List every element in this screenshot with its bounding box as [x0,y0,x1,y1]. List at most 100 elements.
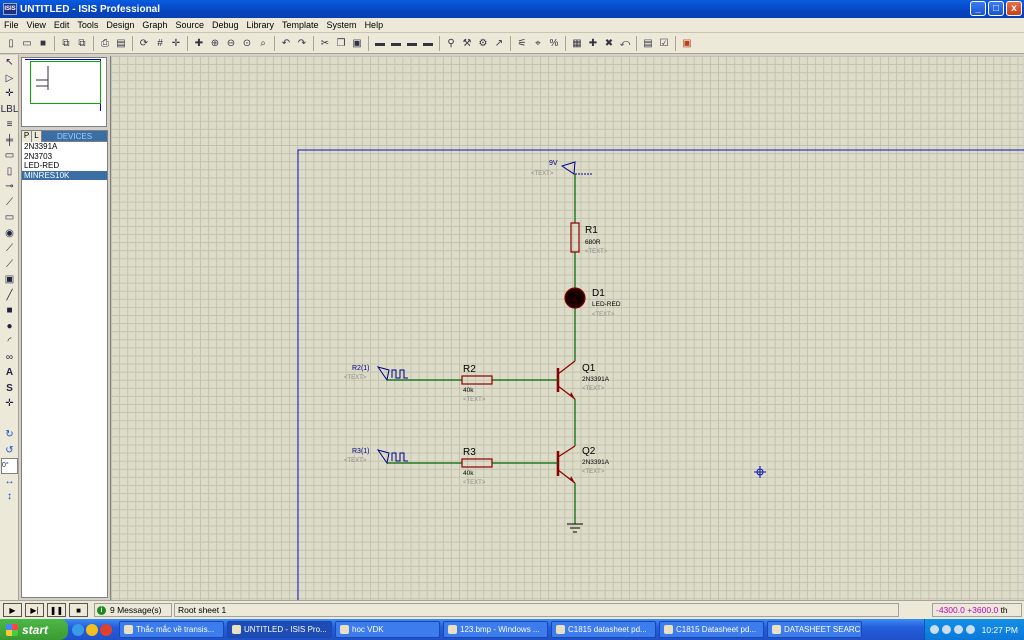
messages-indicator[interactable]: i 9 Message(s) [94,603,172,617]
menu-system[interactable]: System [323,20,361,30]
zoom-area-icon[interactable]: ⌕ [256,36,270,50]
block-delete-icon[interactable]: ▬ [421,36,435,50]
import-icon[interactable]: ⧉ [59,36,73,50]
taskbar-item-active[interactable]: UNTITLED - ISIS Pro... [227,621,332,638]
electrical-check-icon[interactable]: ☑ [657,36,671,50]
device-list-item[interactable]: 2N3703 [22,152,107,162]
search-tag-icon[interactable]: ⌖ [531,36,545,50]
resistor-r3[interactable]: R3 40k <TEXT> [461,447,493,486]
pulse-generator-r3[interactable]: R3(1) <TEXT> [344,448,408,465]
menu-help[interactable]: Help [361,20,388,30]
pick-device-icon[interactable]: ⚲ [444,36,458,50]
symbol-tool-icon[interactable]: S [1,381,18,397]
device-list-item[interactable]: LED-RED [22,161,107,171]
menu-view[interactable]: View [23,20,50,30]
transistor-q1[interactable]: Q1 2N3391A <TEXT> [556,360,610,400]
current-probe-icon[interactable]: ⟋ [1,257,18,273]
start-button[interactable]: start [0,619,68,640]
transistor-q2[interactable]: Q2 2N3391A <TEXT> [556,445,610,484]
internet-explorer-icon[interactable] [72,623,84,636]
pick-device-tab[interactable]: P [22,131,32,142]
new-sheet-icon[interactable]: ▦ [570,36,584,50]
messenger-icon[interactable] [86,623,98,636]
tray-icon[interactable] [965,625,975,634]
block-copy-icon[interactable]: ▬ [373,36,387,50]
grid-icon[interactable]: # [153,36,167,50]
menu-file[interactable]: File [0,20,23,30]
text-script-icon[interactable]: ≡ [1,117,18,133]
menu-edit[interactable]: Edit [50,20,74,30]
mirror-horizontal-icon[interactable]: ↔ [1,474,18,490]
zoom-in-icon[interactable]: ⊕ [208,36,222,50]
zoom-out-icon[interactable]: ⊖ [224,36,238,50]
terminals-icon[interactable]: ▯ [1,164,18,180]
tape-recorder-icon[interactable]: ▭ [1,210,18,226]
new-file-icon[interactable]: ▯ [4,36,18,50]
make-device-icon[interactable]: ⚒ [460,36,474,50]
refresh-icon[interactable]: ⟳ [137,36,151,50]
component-mode-icon[interactable]: ▷ [1,71,18,87]
pause-button[interactable]: ❚❚ [47,603,66,617]
box-tool-icon[interactable]: ■ [1,303,18,319]
menu-source[interactable]: Source [171,20,208,30]
origin-icon[interactable]: ✛ [169,36,183,50]
maximize-button[interactable]: □ [988,1,1004,16]
taskbar-item[interactable]: 123.bmp - Windows ... [443,621,548,638]
print-area-icon[interactable]: ▤ [114,36,128,50]
export-icon[interactable]: ⧉ [75,36,89,50]
marker-tool-icon[interactable]: ✛ [1,396,18,412]
junction-dot-icon[interactable]: ✛ [1,86,18,102]
virtual-instruments-icon[interactable]: ▣ [1,272,18,288]
resistor-r2[interactable]: R2 40k <TEXT> [461,364,493,403]
path-tool-icon[interactable]: ∞ [1,350,18,366]
buses-icon[interactable]: ╪ [1,133,18,149]
undo-icon[interactable]: ↶ [279,36,293,50]
browser-icon[interactable] [100,623,112,636]
tray-icon[interactable] [929,625,939,634]
redo-icon[interactable]: ↷ [295,36,309,50]
taskbar-item[interactable]: Thắc mắc về transis... [119,621,224,638]
menu-debug[interactable]: Debug [208,20,243,30]
selection-mode-icon[interactable]: ↖ [1,55,18,71]
minimize-button[interactable]: _ [970,1,986,16]
text-tool-icon[interactable]: A [1,365,18,381]
block-move-icon[interactable]: ▬ [389,36,403,50]
play-button[interactable]: ▶ [3,603,22,617]
ground-terminal[interactable] [567,523,583,533]
menu-design[interactable]: Design [102,20,138,30]
subcircuit-icon[interactable]: ▭ [1,148,18,164]
bill-of-materials-icon[interactable]: ▤ [641,36,655,50]
zoom-all-icon[interactable]: ⊙ [240,36,254,50]
rotate-anticlockwise-icon[interactable]: ↺ [1,443,18,459]
generator-icon[interactable]: ◉ [1,226,18,242]
taskbar-item[interactable]: DATASHEET SEARCH... [767,621,862,638]
overview-window[interactable] [21,57,107,127]
packaging-icon[interactable]: ⚙ [476,36,490,50]
rotate-clockwise-icon[interactable]: ↻ [1,427,18,443]
pan-icon[interactable]: ✚ [192,36,206,50]
power-terminal-9v[interactable]: 9V <TEXT> [531,160,593,177]
open-folder-icon[interactable]: ▭ [20,36,34,50]
voltage-probe-icon[interactable]: ⟋ [1,241,18,257]
cut-icon[interactable]: ✂ [318,36,332,50]
graph-mode-icon[interactable]: ⟋ [1,195,18,211]
save-icon[interactable]: ■ [36,36,50,50]
remove-sheet-icon[interactable]: ✖ [602,36,616,50]
schematic-canvas[interactable]: 9V <TEXT> R1 680R <TEXT> D1 LED-RED <TEX… [110,56,1024,600]
menu-tools[interactable]: Tools [73,20,102,30]
paste-icon[interactable]: ▣ [350,36,364,50]
block-rotate-icon[interactable]: ▬ [405,36,419,50]
rotation-angle-field[interactable]: 0° [1,458,18,474]
menu-template[interactable]: Template [278,20,323,30]
decompose-icon[interactable]: ↗ [492,36,506,50]
menu-library[interactable]: Library [243,20,279,30]
mirror-vertical-icon[interactable]: ↕ [1,489,18,505]
device-list-item-selected[interactable]: MINRES10K [22,170,107,180]
led-d1[interactable]: D1 LED-RED <TEXT> [564,287,621,318]
pulse-generator-r2[interactable]: R2(1) <TEXT> [344,365,408,382]
tray-icon[interactable] [941,625,951,634]
close-button[interactable]: x [1006,1,1022,16]
wire-autorouter-icon[interactable]: ⚟ [515,36,529,50]
step-button[interactable]: ▶| [25,603,44,617]
taskbar-item[interactable]: C1815 datasheet pd... [551,621,656,638]
